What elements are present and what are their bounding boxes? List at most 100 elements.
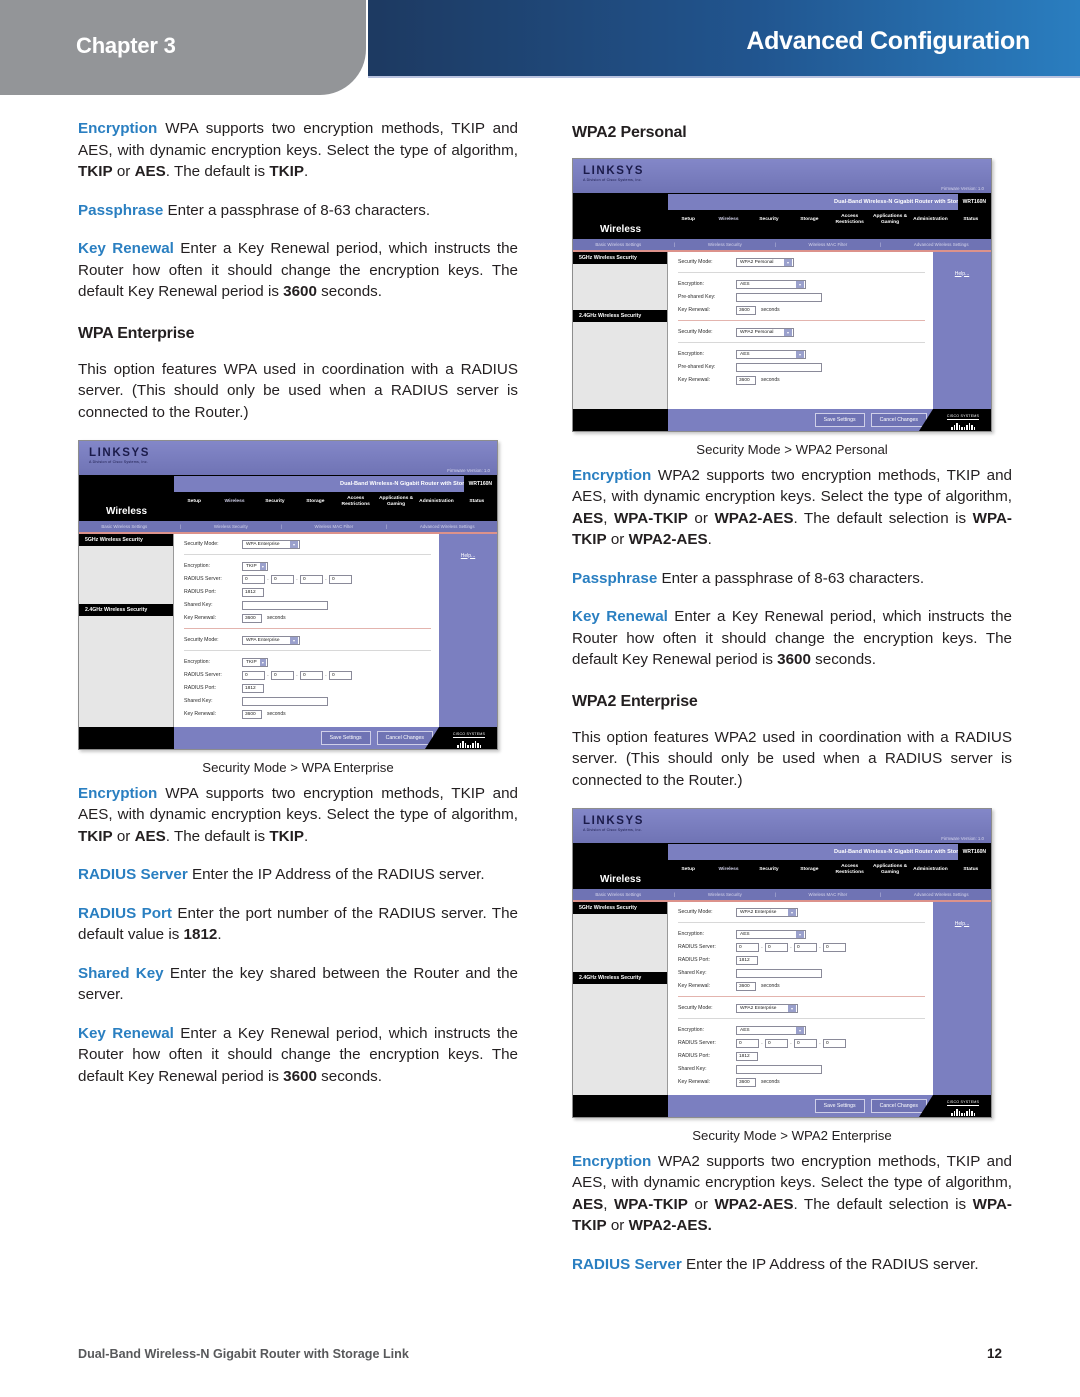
select-value: WPA2 Enterprise bbox=[740, 1005, 777, 1011]
select-encryption-24ghz[interactable]: AES ▾ bbox=[736, 349, 806, 359]
input-shared-key-24ghz[interactable] bbox=[736, 1064, 822, 1074]
tab-wireless[interactable]: Wireless bbox=[708, 217, 748, 223]
ip-input-group-5ghz[interactable]: 0. 0. 0. 0 bbox=[736, 942, 846, 952]
tab-status[interactable]: Status bbox=[951, 867, 991, 873]
select-encryption-5ghz[interactable]: TKIP ▾ bbox=[242, 561, 268, 571]
tab-administration[interactable]: Administration bbox=[910, 867, 950, 873]
input-radius-port-5ghz[interactable]: 1812 bbox=[242, 587, 264, 597]
tab-applications-gaming[interactable]: Applications & Gaming bbox=[870, 214, 910, 225]
subtab-advanced-wireless-settings[interactable]: Advanced Wireless Settings bbox=[420, 524, 475, 529]
ip-octet-2[interactable]: 0 bbox=[765, 1038, 788, 1048]
tab-status[interactable]: Status bbox=[951, 217, 991, 223]
ip-octet-1[interactable]: 0 bbox=[242, 670, 265, 680]
tab-setup[interactable]: Setup bbox=[668, 867, 708, 873]
tab-administration[interactable]: Administration bbox=[910, 217, 950, 223]
subtab-wireless-security[interactable]: Wireless Security bbox=[708, 242, 742, 247]
ip-octet-2[interactable]: 0 bbox=[271, 574, 294, 584]
help-link[interactable]: Help... bbox=[955, 271, 969, 277]
subtab-advanced-wireless-settings[interactable]: Advanced Wireless Settings bbox=[914, 892, 969, 897]
router-subtab-bar[interactable]: Basic Wireless Settings | Wireless Securi… bbox=[573, 889, 991, 900]
ip-octet-4[interactable]: 0 bbox=[823, 942, 846, 952]
help-link[interactable]: Help... bbox=[461, 553, 475, 559]
ip-octet-1[interactable]: 0 bbox=[242, 574, 265, 584]
input-radius-port-24ghz[interactable]: 1812 bbox=[736, 1051, 758, 1061]
ip-input-group-24ghz[interactable]: 0. 0. 0. 0 bbox=[736, 1038, 846, 1048]
tab-storage[interactable]: Storage bbox=[789, 217, 829, 223]
input-key-renewal-24ghz[interactable]: 3600 bbox=[242, 709, 262, 719]
select-security-mode-5ghz[interactable]: WPA2 Enterprise ▾ bbox=[736, 907, 798, 917]
tab-applications-gaming[interactable]: Applications & Gaming bbox=[376, 496, 416, 507]
ip-octet-4[interactable]: 0 bbox=[823, 1038, 846, 1048]
select-security-mode-24ghz[interactable]: WPA Enterprise ▾ bbox=[242, 635, 300, 645]
tab-applications-gaming[interactable]: Applications & Gaming bbox=[870, 864, 910, 875]
tab-storage[interactable]: Storage bbox=[789, 867, 829, 873]
subtab-basic-wireless-settings[interactable]: Basic Wireless Settings bbox=[595, 242, 641, 247]
save-settings-button[interactable]: Save Settings bbox=[814, 412, 865, 427]
router-tab-bar[interactable]: Setup Wireless Security Storage Access R… bbox=[668, 860, 991, 879]
ip-input-group-24ghz[interactable]: 0. 0. 0. 0 bbox=[242, 670, 352, 680]
select-encryption-24ghz[interactable]: AES ▾ bbox=[736, 1025, 806, 1035]
router-tab-bar[interactable]: Setup Wireless Security Storage Access R… bbox=[668, 210, 991, 229]
select-security-mode-5ghz[interactable]: WPA2 Personal ▾ bbox=[736, 257, 794, 267]
input-key-renewal-5ghz[interactable]: 3600 bbox=[736, 305, 756, 315]
subtab-basic-wireless-settings[interactable]: Basic Wireless Settings bbox=[595, 892, 641, 897]
subtab-wireless-mac-filter[interactable]: Wireless MAC Filter bbox=[808, 242, 847, 247]
subtab-wireless-security[interactable]: Wireless Security bbox=[214, 524, 248, 529]
input-radius-port-24ghz[interactable]: 1812 bbox=[242, 683, 264, 693]
input-pre-shared-key-24ghz[interactable] bbox=[736, 362, 822, 372]
ip-octet-4[interactable]: 0 bbox=[329, 574, 352, 584]
tab-status[interactable]: Status bbox=[457, 499, 497, 505]
ip-octet-4[interactable]: 0 bbox=[329, 670, 352, 680]
tab-wireless[interactable]: Wireless bbox=[214, 499, 254, 505]
tab-setup[interactable]: Setup bbox=[174, 499, 214, 505]
input-pre-shared-key-5ghz[interactable] bbox=[736, 292, 822, 302]
subtab-wireless-mac-filter[interactable]: Wireless MAC Filter bbox=[314, 524, 353, 529]
input-key-renewal-5ghz[interactable]: 3600 bbox=[736, 981, 756, 991]
tab-administration[interactable]: Administration bbox=[416, 499, 456, 505]
select-encryption-5ghz[interactable]: AES ▾ bbox=[736, 279, 806, 289]
router-subtab-bar[interactable]: Basic Wireless Settings | Wireless Securi… bbox=[79, 521, 497, 532]
ip-octet-1[interactable]: 0 bbox=[736, 1038, 759, 1048]
select-security-mode-24ghz[interactable]: WPA2 Enterprise ▾ bbox=[736, 1003, 798, 1013]
select-value: WPA2 Personal bbox=[740, 259, 774, 265]
select-encryption-5ghz[interactable]: AES ▾ bbox=[736, 929, 806, 939]
tab-access-restrictions[interactable]: Access Restrictions bbox=[336, 496, 376, 507]
tab-wireless[interactable]: Wireless bbox=[708, 867, 748, 873]
tab-access-restrictions[interactable]: Access Restrictions bbox=[830, 864, 870, 875]
select-security-mode-5ghz[interactable]: WPA Enterprise ▾ bbox=[242, 539, 300, 549]
subtab-basic-wireless-settings[interactable]: Basic Wireless Settings bbox=[101, 524, 147, 529]
help-link[interactable]: Help... bbox=[955, 921, 969, 927]
input-shared-key-5ghz[interactable] bbox=[736, 968, 822, 978]
ip-octet-2[interactable]: 0 bbox=[765, 942, 788, 952]
router-tab-bar[interactable]: Setup Wireless Security Storage Access R… bbox=[174, 492, 497, 511]
tab-security[interactable]: Security bbox=[749, 867, 789, 873]
term-radius-server: RADIUS Server bbox=[78, 866, 188, 883]
subtab-wireless-mac-filter[interactable]: Wireless MAC Filter bbox=[808, 892, 847, 897]
subtab-advanced-wireless-settings[interactable]: Advanced Wireless Settings bbox=[914, 242, 969, 247]
input-shared-key-24ghz[interactable] bbox=[242, 696, 328, 706]
ip-octet-1[interactable]: 0 bbox=[736, 942, 759, 952]
input-radius-port-5ghz[interactable]: 1812 bbox=[736, 955, 758, 965]
ip-octet-3[interactable]: 0 bbox=[794, 1038, 817, 1048]
ip-octet-3[interactable]: 0 bbox=[300, 670, 323, 680]
tab-security[interactable]: Security bbox=[749, 217, 789, 223]
router-subtab-bar[interactable]: Basic Wireless Settings | Wireless Securi… bbox=[573, 239, 991, 250]
input-key-renewal-24ghz[interactable]: 3600 bbox=[736, 1077, 756, 1087]
ip-input-group-5ghz[interactable]: 0. 0. 0. 0 bbox=[242, 574, 352, 584]
select-encryption-24ghz[interactable]: TKIP ▾ bbox=[242, 657, 268, 667]
tab-security[interactable]: Security bbox=[255, 499, 295, 505]
ip-octet-2[interactable]: 0 bbox=[271, 670, 294, 680]
select-security-mode-24ghz[interactable]: WPA2 Personal ▾ bbox=[736, 327, 794, 337]
input-key-renewal-24ghz[interactable]: 3600 bbox=[736, 375, 756, 385]
input-shared-key-5ghz[interactable] bbox=[242, 600, 328, 610]
text: seconds. bbox=[316, 283, 382, 300]
tab-storage[interactable]: Storage bbox=[295, 499, 335, 505]
save-settings-button[interactable]: Save Settings bbox=[320, 730, 371, 745]
tab-setup[interactable]: Setup bbox=[668, 217, 708, 223]
subtab-wireless-security[interactable]: Wireless Security bbox=[708, 892, 742, 897]
save-settings-button[interactable]: Save Settings bbox=[814, 1098, 865, 1113]
ip-octet-3[interactable]: 0 bbox=[300, 574, 323, 584]
input-key-renewal-5ghz[interactable]: 3600 bbox=[242, 613, 262, 623]
ip-octet-3[interactable]: 0 bbox=[794, 942, 817, 952]
tab-access-restrictions[interactable]: Access Restrictions bbox=[830, 214, 870, 225]
